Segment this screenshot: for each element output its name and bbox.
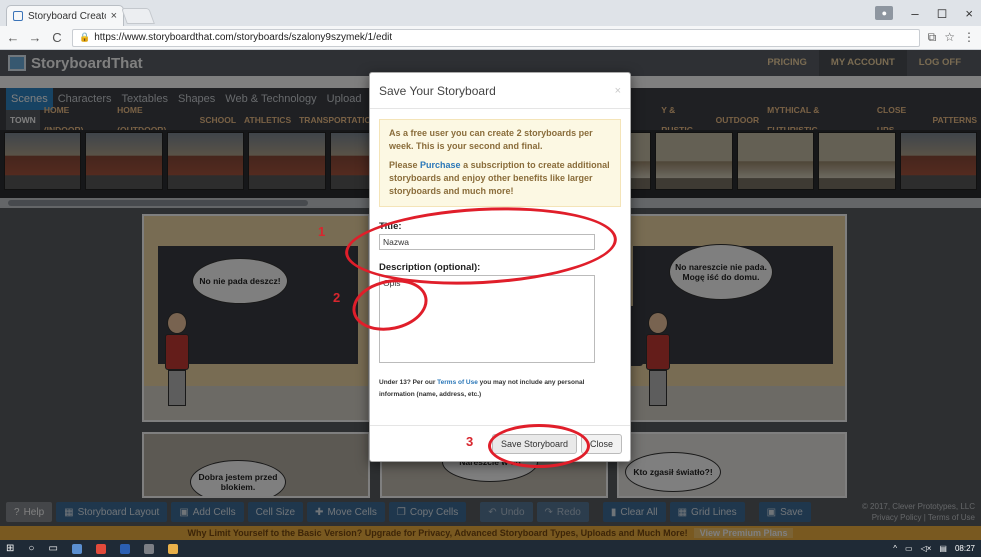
purchase-link[interactable]: Purchase	[420, 160, 461, 170]
dialog-close-icon[interactable]: ×	[615, 85, 621, 97]
reload-button[interactable]: C	[50, 30, 64, 45]
paint-icon[interactable]	[167, 543, 178, 554]
windows-start-icon[interactable]: ⊞	[6, 543, 14, 554]
app-icon[interactable]	[143, 543, 154, 554]
address-bar: ← → C 🔒 https://www.storyboardthat.com/s…	[0, 26, 981, 50]
clock[interactable]: 08:27	[955, 544, 975, 553]
system-tray: ^ ▭ ◁× ▤ 08:27	[893, 544, 975, 553]
annotation-circle-save	[488, 424, 590, 468]
translate-icon[interactable]: ⧉	[928, 30, 937, 45]
forward-button[interactable]: →	[28, 30, 42, 45]
taskbar: ⊞ ○ ▭ ^ ▭ ◁× ▤ 08:27	[0, 540, 981, 557]
terms-notice: Under 13? Per our Terms of Use you may n…	[379, 377, 621, 401]
annotation-number-3: 3	[466, 434, 474, 449]
browser-tabstrip: Storyboard Creator | Cre × ● – ◻ ×	[0, 0, 981, 26]
volume-icon[interactable]: ◁×	[921, 544, 932, 553]
browser-extensions: ⧉ ☆ ⋮	[928, 30, 975, 45]
file-explorer-icon[interactable]	[71, 543, 82, 554]
storyboard-favicon-icon	[13, 11, 23, 21]
back-button[interactable]: ←	[6, 30, 20, 45]
dialog-header: Save Your Storyboard ×	[370, 73, 630, 109]
browser-tab[interactable]: Storyboard Creator | Cre ×	[6, 5, 124, 26]
notice-pre: Please	[389, 160, 421, 170]
new-tab-button[interactable]	[121, 8, 155, 24]
maximize-button[interactable]: ◻	[937, 5, 948, 21]
chrome-icon[interactable]	[95, 543, 106, 554]
search-icon[interactable]: ○	[28, 543, 34, 554]
annotation-number-2: 2	[333, 290, 341, 305]
free-user-notice: As a free user you can create 2 storyboa…	[379, 119, 621, 207]
minimize-button[interactable]: –	[911, 6, 918, 21]
bookmark-star-icon[interactable]: ☆	[944, 30, 955, 45]
word-icon[interactable]	[119, 543, 130, 554]
screen: Storyboard Creator | Cre × ● – ◻ × ← → C…	[0, 0, 981, 557]
url-text: https://www.storyboardthat.com/storyboar…	[94, 32, 393, 43]
menu-icon[interactable]: ⋮	[963, 30, 975, 45]
network-icon[interactable]: ▭	[905, 544, 913, 553]
tab-close-icon[interactable]: ×	[111, 10, 117, 22]
task-view-icon[interactable]: ▭	[48, 543, 57, 554]
profile-icon[interactable]: ●	[875, 6, 894, 20]
annotation-number-1: 1	[318, 224, 326, 239]
tray-chevron-icon[interactable]: ^	[893, 544, 897, 553]
tab-title: Storyboard Creator | Cre	[28, 10, 106, 22]
lock-icon: 🔒	[79, 32, 91, 42]
close-window-button[interactable]: ×	[965, 6, 973, 21]
window-controls: ● – ◻ ×	[875, 0, 981, 26]
terms-pre: Under 13? Per our	[379, 379, 438, 386]
notice-limit-text: As a free user you can create 2 storyboa…	[389, 128, 593, 151]
terms-of-use-link[interactable]: Terms of Use	[437, 379, 478, 386]
notice-purchase-text: Please Purchase a subscription to create…	[389, 159, 611, 198]
keyboard-icon[interactable]: ▤	[939, 544, 947, 553]
url-field[interactable]: 🔒 https://www.storyboardthat.com/storybo…	[72, 28, 920, 47]
dialog-title: Save Your Storyboard	[379, 83, 496, 98]
